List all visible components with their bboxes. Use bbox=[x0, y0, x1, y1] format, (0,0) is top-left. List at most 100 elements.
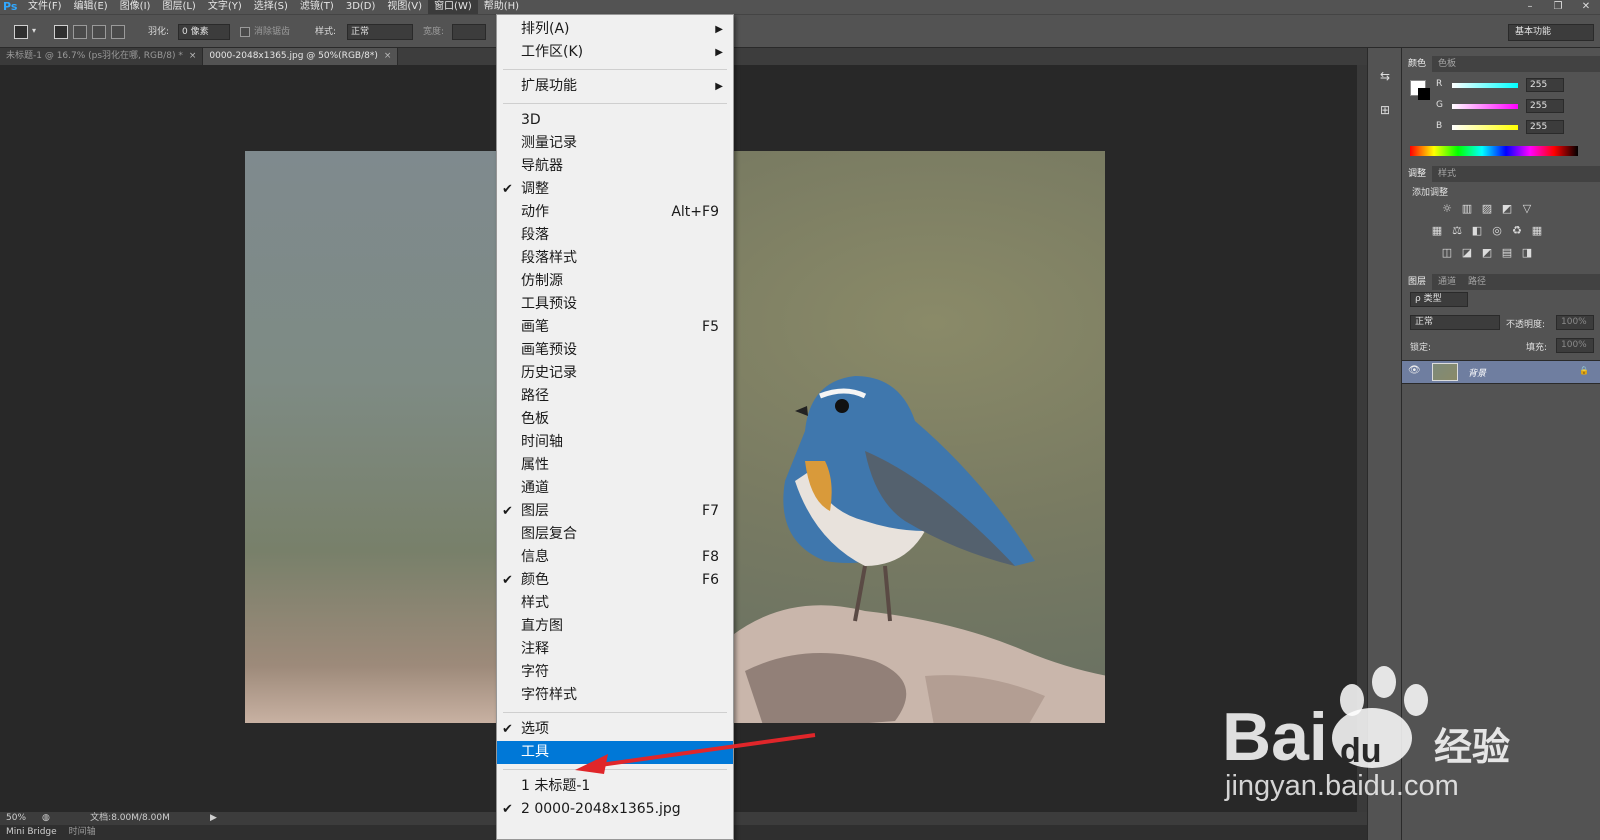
tab-close-icon[interactable]: × bbox=[189, 51, 197, 61]
window-menu-item[interactable]: 信息 F8 bbox=[497, 546, 733, 569]
window-menu-item[interactable]: 工具预设 bbox=[497, 293, 733, 316]
tab-adjustments[interactable]: 调整 bbox=[1402, 166, 1433, 182]
slider-track[interactable] bbox=[1452, 83, 1518, 88]
adjustment-icon[interactable]: ♻ bbox=[1510, 224, 1524, 238]
adjustment-icon[interactable]: ◪ bbox=[1460, 246, 1474, 260]
doc-tab-1[interactable]: 0000-2048x1365.jpg @ 50%(RGB/8*) × bbox=[203, 48, 399, 65]
adjustment-icon[interactable]: ▽ bbox=[1520, 202, 1534, 216]
adjustment-icon[interactable]: ◩ bbox=[1480, 246, 1494, 260]
layer-row-background[interactable]: 👁 背景 🔒 bbox=[1402, 360, 1600, 384]
color-spectrum-bar[interactable] bbox=[1410, 146, 1578, 156]
width-input[interactable] bbox=[452, 24, 486, 40]
menu-8[interactable]: 视图(V) bbox=[381, 0, 428, 14]
window-menu-item[interactable]: 样式 bbox=[497, 592, 733, 615]
slider-value-input[interactable]: 255 bbox=[1526, 78, 1564, 92]
marquee-tool-icon[interactable] bbox=[14, 25, 28, 39]
window-menu-item[interactable]: 动作 Alt+F9 bbox=[497, 201, 733, 224]
doc-tab-0[interactable]: 未标题-1 @ 16.7% (ps羽化在哪, RGB/8) * × bbox=[0, 48, 204, 65]
eye-icon[interactable]: 👁 bbox=[1408, 365, 1421, 376]
window-menu-item[interactable]: 画笔预设 bbox=[497, 339, 733, 362]
adjustment-icon[interactable]: ◫ bbox=[1440, 246, 1454, 260]
window-menu-item[interactable]: 扩展功能 ▶ bbox=[497, 75, 733, 98]
adjustment-icon[interactable]: ◨ bbox=[1520, 246, 1534, 260]
menu-6[interactable]: 滤镜(T) bbox=[294, 0, 340, 14]
fill-input[interactable]: 100% bbox=[1556, 338, 1594, 353]
zoom-level[interactable]: 50% bbox=[0, 812, 36, 825]
window-menu-item[interactable]: 导航器 bbox=[497, 155, 733, 178]
window-menu-item[interactable]: 字符 bbox=[497, 661, 733, 684]
status-play-icon[interactable]: ▶ bbox=[204, 812, 223, 825]
adjustment-icon[interactable]: ☼ bbox=[1440, 202, 1454, 216]
bottom-tab-timeline[interactable]: 时间轴 bbox=[63, 826, 102, 839]
doc-info-icon[interactable]: ◍ bbox=[36, 812, 56, 825]
antialias-checkbox[interactable] bbox=[240, 27, 250, 37]
style-select[interactable]: 正常 bbox=[347, 24, 413, 40]
window-menu-item[interactable]: ✔ 图层 F7 bbox=[497, 500, 733, 523]
minimize-button[interactable]: – bbox=[1516, 0, 1544, 14]
tab-color[interactable]: 颜色 bbox=[1402, 56, 1433, 72]
window-menu-item[interactable]: 路径 bbox=[497, 385, 733, 408]
adjustment-icon[interactable]: ▦ bbox=[1430, 224, 1444, 238]
feather-input[interactable]: 0 像素 bbox=[178, 24, 230, 40]
window-menu-item[interactable]: 直方图 bbox=[497, 615, 733, 638]
new-selection-icon[interactable] bbox=[54, 25, 68, 39]
tab-styles[interactable]: 样式 bbox=[1432, 166, 1462, 182]
properties-panel-icon[interactable]: ⊞ bbox=[1377, 102, 1393, 118]
window-menu-item[interactable]: 属性 bbox=[497, 454, 733, 477]
tab-paths[interactable]: 路径 bbox=[1462, 274, 1492, 290]
adjustment-icon[interactable]: ▥ bbox=[1460, 202, 1474, 216]
window-menu-item[interactable]: ✔ 调整 bbox=[497, 178, 733, 201]
menu-2[interactable]: 图像(I) bbox=[114, 0, 157, 14]
slider-track[interactable] bbox=[1452, 125, 1518, 130]
menu-7[interactable]: 3D(D) bbox=[340, 0, 382, 14]
adjustment-icon[interactable]: ▨ bbox=[1480, 202, 1494, 216]
layer-filter-select[interactable]: ρ 类型 bbox=[1410, 292, 1468, 307]
slider-track[interactable] bbox=[1452, 104, 1518, 109]
menu-4[interactable]: 文字(Y) bbox=[202, 0, 248, 14]
tab-layers[interactable]: 图层 bbox=[1402, 274, 1433, 290]
tab-close-icon[interactable]: × bbox=[384, 51, 392, 61]
add-selection-icon[interactable] bbox=[73, 25, 87, 39]
menu-0[interactable]: 文件(F) bbox=[22, 0, 68, 14]
window-menu-item[interactable]: 色板 bbox=[497, 408, 733, 431]
close-button[interactable]: ✕ bbox=[1572, 0, 1600, 14]
tab-channels[interactable]: 通道 bbox=[1432, 274, 1462, 290]
menu-9[interactable]: 窗口(W) bbox=[428, 0, 478, 14]
slider-value-input[interactable]: 255 bbox=[1526, 120, 1564, 134]
bottom-tab-mini-bridge[interactable]: Mini Bridge bbox=[0, 826, 63, 839]
window-menu-item[interactable]: 排列(A) ▶ bbox=[497, 18, 733, 41]
window-menu-item[interactable]: 图层复合 bbox=[497, 523, 733, 546]
window-menu-item[interactable]: 段落样式 bbox=[497, 247, 733, 270]
opacity-input[interactable]: 100% bbox=[1556, 315, 1594, 330]
window-menu-item[interactable]: 注释 bbox=[497, 638, 733, 661]
tool-preset-chevron-icon[interactable]: ▾ bbox=[32, 24, 36, 38]
adjustment-icon[interactable]: ⚖ bbox=[1450, 224, 1464, 238]
tab-swatches[interactable]: 色板 bbox=[1432, 56, 1462, 72]
window-menu-item[interactable]: 3D bbox=[497, 109, 733, 132]
adjustment-icon[interactable]: ▤ bbox=[1500, 246, 1514, 260]
history-panel-icon[interactable]: ⇆ bbox=[1377, 68, 1393, 84]
blend-mode-select[interactable]: 正常 bbox=[1410, 315, 1500, 330]
intersect-selection-icon[interactable] bbox=[111, 25, 125, 39]
window-menu-item[interactable]: 测量记录 bbox=[497, 132, 733, 155]
window-menu-item[interactable]: 字符样式 bbox=[497, 684, 733, 707]
adjustment-icon[interactable]: ◧ bbox=[1470, 224, 1484, 238]
adjustment-icon[interactable]: ▦ bbox=[1530, 224, 1544, 238]
menu-5[interactable]: 选择(S) bbox=[248, 0, 294, 14]
window-menu-item[interactable]: 时间轴 bbox=[497, 431, 733, 454]
workspace-select[interactable]: 基本功能 bbox=[1508, 24, 1594, 41]
slider-value-input[interactable]: 255 bbox=[1526, 99, 1564, 113]
restore-button[interactable]: ❐ bbox=[1544, 0, 1572, 14]
window-menu-item[interactable]: ✔ 颜色 F6 bbox=[497, 569, 733, 592]
window-menu-item[interactable]: 历史记录 bbox=[497, 362, 733, 385]
adjustment-icon[interactable]: ◩ bbox=[1500, 202, 1514, 216]
adjustment-icon[interactable]: ◎ bbox=[1490, 224, 1504, 238]
window-menu-item[interactable]: 通道 bbox=[497, 477, 733, 500]
layer-name[interactable]: 背景 bbox=[1468, 366, 1486, 379]
subtract-selection-icon[interactable] bbox=[92, 25, 106, 39]
menu-3[interactable]: 图层(L) bbox=[156, 0, 201, 14]
window-menu-item[interactable]: 画笔 F5 bbox=[497, 316, 733, 339]
window-menu-item[interactable]: 工作区(K) ▶ bbox=[497, 41, 733, 64]
window-menu-item[interactable]: 仿制源 bbox=[497, 270, 733, 293]
menu-10[interactable]: 帮助(H) bbox=[478, 0, 525, 14]
